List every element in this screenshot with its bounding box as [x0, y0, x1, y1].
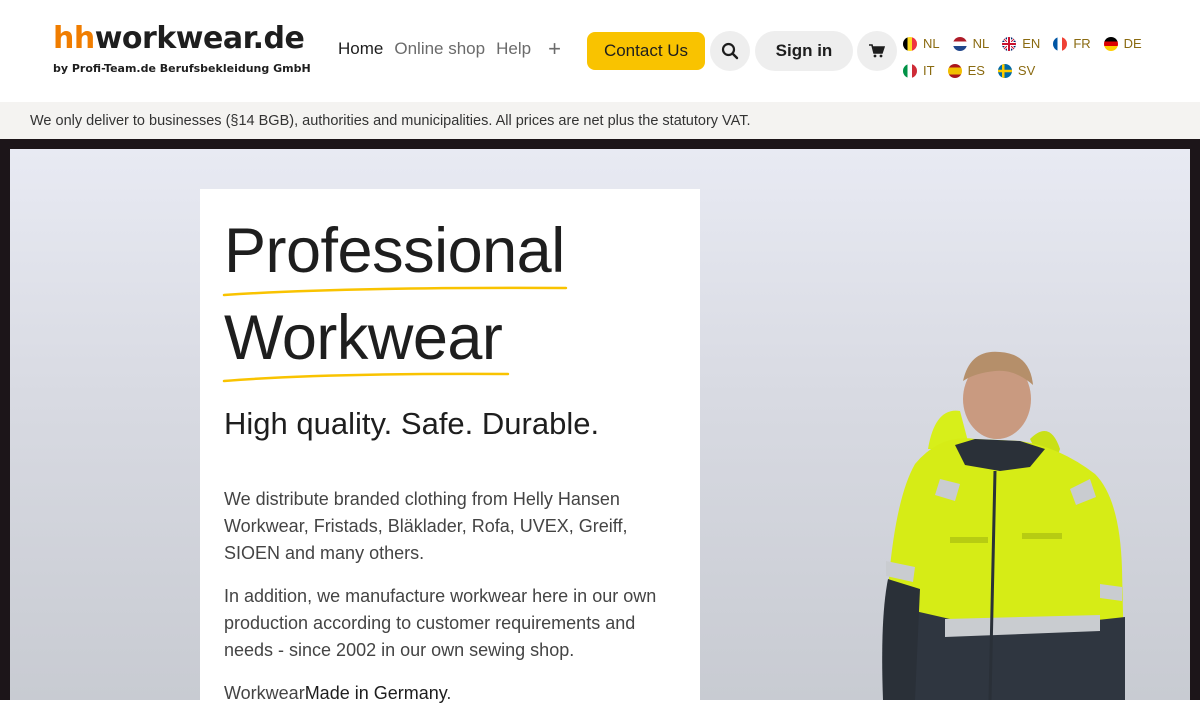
hero-title-line2: Workwear — [224, 303, 503, 373]
made-suffix: . — [446, 683, 452, 703]
site-logo[interactable]: hhworkwear.de by Profi-Team.de Berufsbek… — [53, 22, 311, 76]
hero-paragraph-brands: We distribute branded clothing from Hell… — [224, 489, 628, 563]
cart-icon — [869, 44, 885, 58]
lang-label: ES — [967, 63, 985, 78]
title-underline-2 — [222, 372, 510, 383]
lang-it[interactable]: IT — [903, 63, 935, 78]
made-prefix: Workwear — [224, 683, 305, 703]
notice-text: We only deliver to businesses (§14 BGB),… — [30, 112, 751, 129]
language-switcher: NL NL EN FR DE IT ES SV — [903, 30, 1193, 84]
lang-en[interactable]: EN — [1002, 36, 1040, 51]
lang-label: NL — [923, 36, 940, 51]
lang-label: NL — [972, 36, 990, 51]
search-button[interactable] — [710, 31, 750, 71]
logo-subtitle: by Profi-Team.de Berufsbekleidung GmbH — [53, 62, 311, 75]
made-in-germany-text: Made in Germany — [304, 683, 447, 703]
spain-flag-icon — [947, 63, 962, 78]
title-underline-1 — [222, 286, 568, 297]
lang-label: FR — [1073, 36, 1091, 51]
hero-paragraph-production: In addition, we manufacture workwear her… — [224, 586, 657, 660]
b2b-notice-bar: We only deliver to businesses (§14 BGB),… — [0, 102, 1200, 139]
logo-wordmark: hhworkwear.de — [53, 22, 311, 56]
nav-item-help[interactable]: Help — [496, 39, 531, 59]
sweden-flag-icon — [997, 63, 1012, 78]
lang-nl[interactable]: NL — [952, 36, 990, 51]
lang-sv[interactable]: SV — [997, 63, 1036, 78]
hero-tagline: High quality. Safe. Durable. — [224, 406, 600, 441]
logo-main-text: workwear.de — [94, 21, 305, 56]
main-nav: Home Online shop Help + — [338, 38, 561, 60]
lang-label: IT — [923, 63, 935, 78]
netherlands-flag-icon — [952, 36, 967, 51]
nav-item-home[interactable]: Home — [338, 39, 383, 59]
italy-flag-icon — [903, 63, 917, 78]
logo-prefix: hh — [53, 21, 95, 56]
lang-label: SV — [1017, 63, 1036, 78]
lang-de[interactable]: DE — [1103, 36, 1142, 51]
belgium-flag-icon — [903, 36, 917, 51]
sign-in-button[interactable]: Sign in — [755, 31, 853, 71]
cart-button[interactable] — [857, 31, 897, 71]
lang-es[interactable]: ES — [947, 63, 985, 78]
germany-flag-icon — [1103, 36, 1118, 51]
uk-flag-icon — [1002, 36, 1017, 51]
lang-nl-be[interactable]: NL — [903, 36, 940, 51]
nav-item-online-shop[interactable]: Online shop — [394, 39, 485, 59]
france-flag-icon — [1053, 36, 1068, 51]
search-icon — [721, 42, 739, 60]
site-header: hhworkwear.de by Profi-Team.de Berufsbek… — [0, 0, 1200, 102]
lang-label: EN — [1022, 36, 1041, 51]
contact-us-button[interactable]: Contact Us — [587, 32, 705, 70]
lang-label: DE — [1123, 36, 1142, 51]
nav-more-button[interactable]: + — [548, 38, 561, 60]
lang-fr[interactable]: FR — [1053, 36, 1091, 51]
hero-title-line1: Professional — [224, 216, 565, 286]
hero-paragraph-made-in-germany: WorkwearMade in Germany. — [224, 680, 674, 707]
